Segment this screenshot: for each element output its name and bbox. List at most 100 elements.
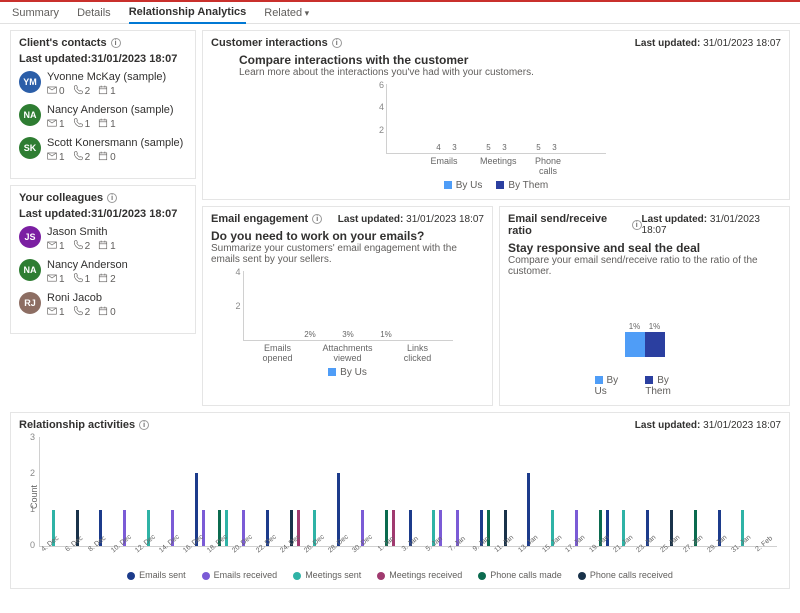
contact-stats: 111	[47, 118, 174, 131]
contact-name: Roni Jacob	[47, 292, 116, 304]
chart-bar	[527, 473, 530, 546]
phone-icon	[73, 273, 83, 286]
tab-related[interactable]: Related	[264, 7, 309, 23]
card-email-engagement: Email engagement i Last updated: 31/01/2…	[202, 206, 493, 406]
ee-chart: 2 4 2%3%1% Emails openedAttachments view…	[243, 271, 453, 378]
legend-swatch	[127, 572, 135, 580]
ratio-sub: Compare your email send/receive ratio to…	[508, 255, 781, 277]
avatar: SK	[19, 137, 41, 159]
legend-swatch	[377, 572, 385, 580]
contact-name: Nancy Anderson (sample)	[47, 104, 174, 116]
info-icon[interactable]: i	[107, 193, 117, 203]
info-icon[interactable]: i	[332, 38, 342, 48]
contact-item[interactable]: RJ Roni Jacob 120	[19, 292, 187, 319]
mail-icon	[47, 240, 57, 253]
chart-bar: 1%	[645, 332, 665, 357]
avatar: RJ	[19, 292, 41, 314]
legend-swatch	[478, 572, 486, 580]
card-colleagues: Your colleagues i Last updated:31/01/202…	[10, 185, 196, 334]
ci-legend: By Us By Them	[386, 180, 606, 191]
tab-details[interactable]: Details	[77, 7, 111, 23]
calendar-icon	[98, 306, 108, 319]
calendar-icon	[98, 85, 108, 98]
info-icon[interactable]: i	[111, 38, 121, 48]
mail-icon	[47, 273, 57, 286]
contact-item[interactable]: JS Jason Smith 121	[19, 226, 187, 253]
ee-heading: Do you need to work on your emails?	[211, 229, 484, 243]
ci-heading: Compare interactions with the customer	[239, 53, 781, 67]
card-customer-interactions: Customer interactions i Last updated: 31…	[202, 30, 790, 200]
card-ratio: Email send/receive ratio i Last updated:…	[499, 206, 790, 406]
ratio-heading: Stay responsive and seal the deal	[508, 241, 781, 255]
ratio-chart: 1%1% By Us By Them	[595, 307, 695, 397]
mail-icon	[47, 306, 57, 319]
contact-name: Yvonne McKay (sample)	[47, 71, 166, 83]
colleagues-title: Your colleagues	[19, 192, 103, 204]
ci-chart: 2 4 6 435353 EmailsMeetingsPhone calls B…	[386, 84, 606, 191]
card-activities: Relationship activities i Last updated: …	[10, 412, 790, 589]
info-icon[interactable]: i	[139, 420, 149, 430]
chart-bar	[337, 473, 340, 546]
legend-swatch-us	[595, 376, 603, 384]
ci-sub: Learn more about the interactions you've…	[239, 67, 781, 78]
contact-name: Jason Smith	[47, 226, 116, 238]
mail-icon	[47, 85, 57, 98]
legend-swatch	[293, 572, 301, 580]
contact-name: Nancy Anderson	[47, 259, 128, 271]
legend-swatch	[578, 572, 586, 580]
email-engagement-title: Email engagement	[211, 213, 308, 225]
legend-swatch-them	[496, 181, 504, 189]
mail-icon	[47, 151, 57, 164]
ci-lastupdated: Last updated: 31/01/2023 18:07	[635, 38, 781, 49]
calendar-icon	[98, 118, 108, 131]
phone-icon	[73, 118, 83, 131]
contact-item[interactable]: SK Scott Konersmann (sample) 120	[19, 137, 187, 164]
info-icon[interactable]: i	[632, 220, 642, 230]
contact-stats: 120	[47, 306, 116, 319]
calendar-icon	[98, 273, 108, 286]
contact-stats: 021	[47, 85, 166, 98]
avatar: JS	[19, 226, 41, 248]
tab-relationship-analytics[interactable]: Relationship Analytics	[129, 6, 247, 24]
ee-lastupdated: Last updated: 31/01/2023 18:07	[338, 214, 484, 225]
contact-item[interactable]: NA Nancy Anderson 112	[19, 259, 187, 286]
tab-summary[interactable]: Summary	[12, 7, 59, 23]
calendar-icon	[98, 240, 108, 253]
contact-stats: 120	[47, 151, 183, 164]
contact-item[interactable]: NA Nancy Anderson (sample) 111	[19, 104, 187, 131]
legend-swatch-us	[444, 181, 452, 189]
legend-swatch	[202, 572, 210, 580]
legend-swatch-us	[328, 368, 336, 376]
avatar: YM	[19, 71, 41, 93]
ratio-title: Email send/receive ratio	[508, 213, 628, 237]
calendar-icon	[98, 151, 108, 164]
chart-bar: 1%	[625, 332, 645, 357]
activities-title: Relationship activities	[19, 419, 135, 431]
clients-contacts-title: Client's contacts	[19, 37, 107, 49]
colleagues-lastupdated: Last updated:31/01/2023 18:07	[19, 208, 187, 220]
phone-icon	[73, 240, 83, 253]
ee-legend: By Us	[243, 367, 453, 378]
avatar: NA	[19, 104, 41, 126]
phone-icon	[73, 151, 83, 164]
tab-bar: Summary Details Relationship Analytics R…	[0, 0, 800, 24]
phone-icon	[73, 85, 83, 98]
contact-item[interactable]: YM Yvonne McKay (sample) 021	[19, 71, 187, 98]
contact-stats: 121	[47, 240, 116, 253]
customer-interactions-title: Customer interactions	[211, 37, 328, 49]
avatar: NA	[19, 259, 41, 281]
card-clients-contacts: Client's contacts i Last updated:31/01/2…	[10, 30, 196, 179]
mail-icon	[47, 118, 57, 131]
ratio-legend: By Us By Them	[595, 375, 695, 397]
activities-chart: Count 0 1 2 3	[39, 437, 777, 547]
contact-stats: 112	[47, 273, 128, 286]
info-icon[interactable]: i	[312, 214, 322, 224]
activities-lastupdated: Last updated: 31/01/2023 18:07	[635, 420, 781, 431]
contact-name: Scott Konersmann (sample)	[47, 137, 183, 149]
activities-legend: Emails sentEmails receivedMeetings sentM…	[19, 570, 781, 580]
ratio-lastupdated: Last updated: 31/01/2023 18:07	[642, 214, 781, 236]
phone-icon	[73, 306, 83, 319]
ee-sub: Summarize your customers' email engageme…	[211, 243, 484, 265]
clients-lastupdated: Last updated:31/01/2023 18:07	[19, 53, 187, 65]
legend-swatch-them	[645, 376, 653, 384]
